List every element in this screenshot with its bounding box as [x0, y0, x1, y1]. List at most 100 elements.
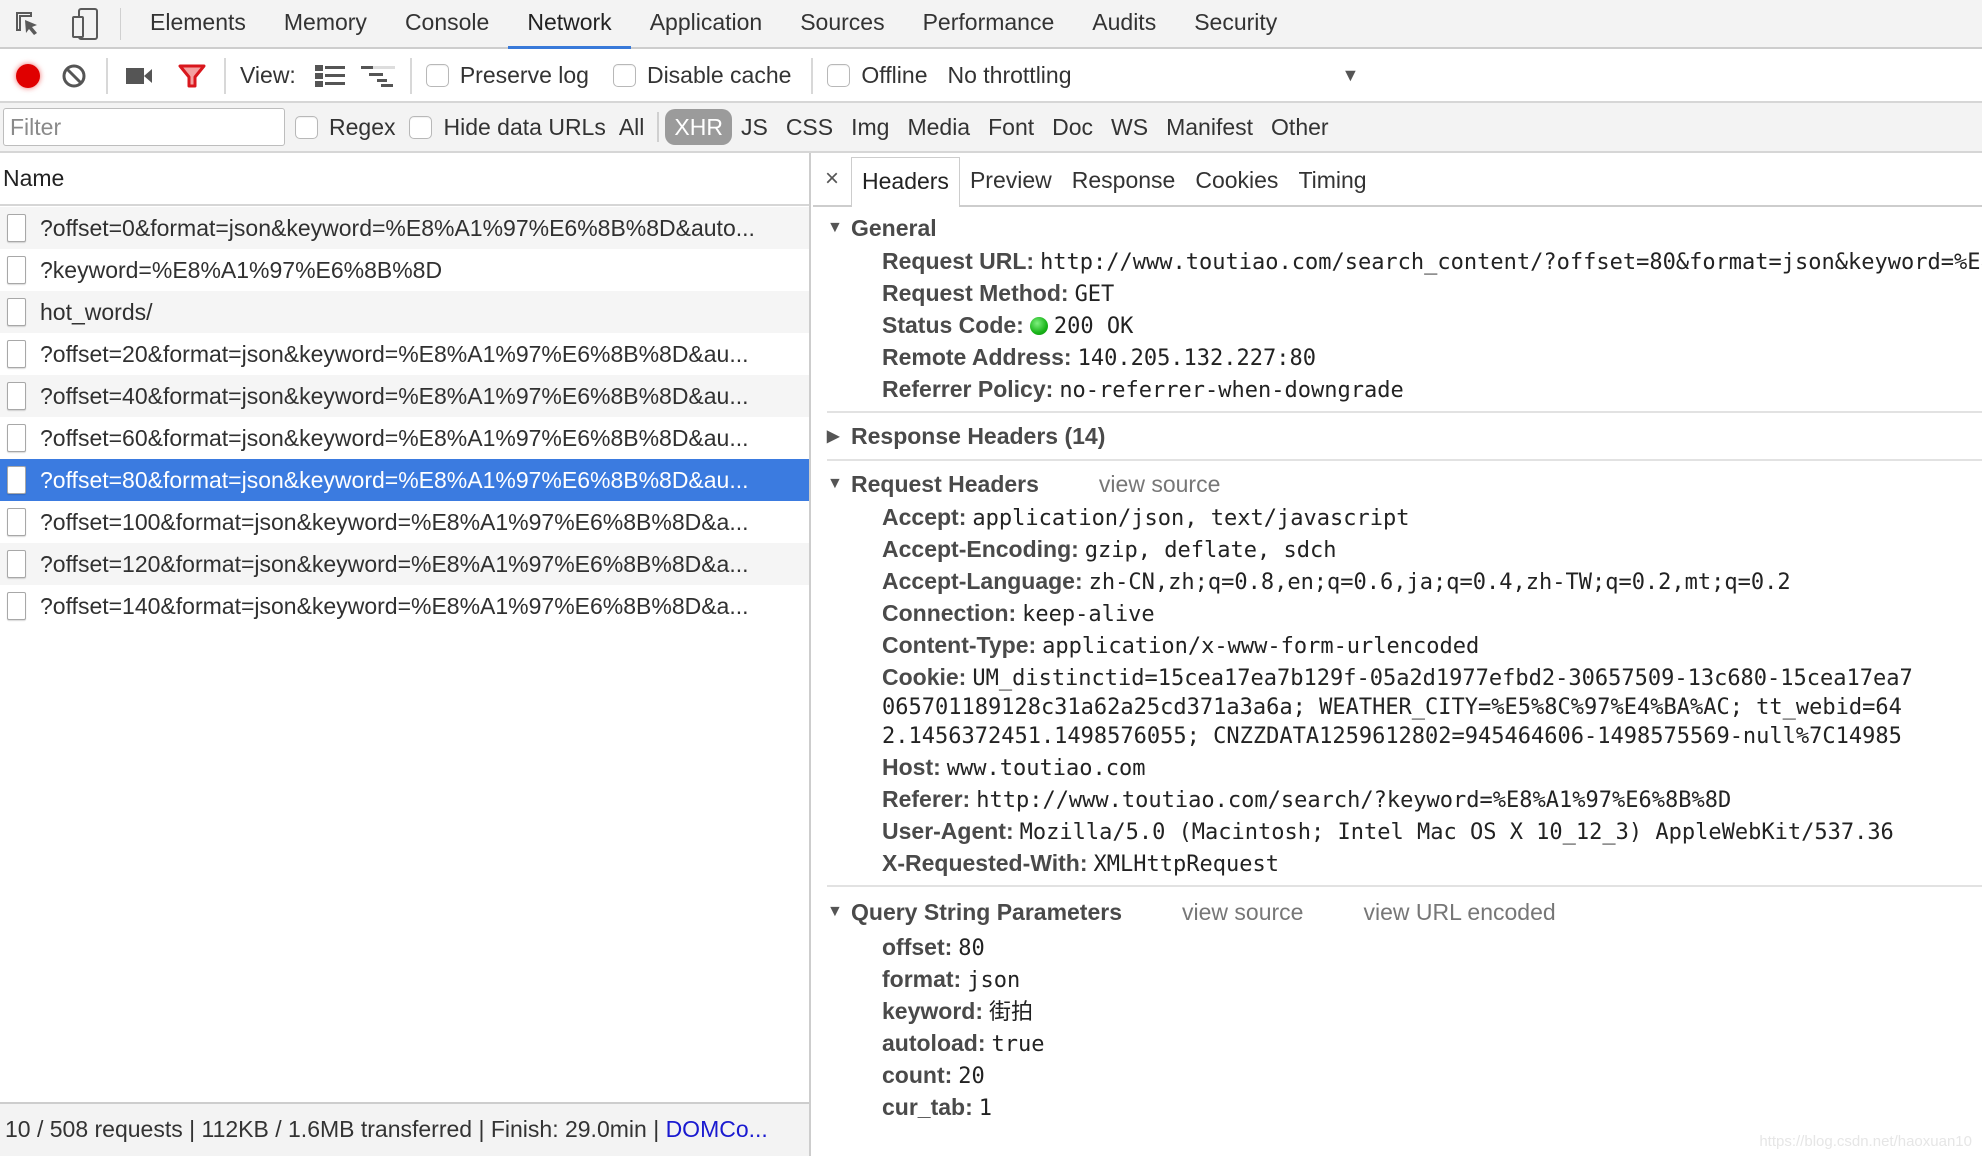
hide-data-urls-checkbox[interactable]	[409, 115, 433, 139]
inspect-element-icon[interactable]	[8, 4, 48, 44]
request-name: ?offset=40&format=json&keyword=%E8%A1%97…	[40, 382, 749, 409]
tab-performance[interactable]: Performance	[904, 0, 1074, 47]
view-url-encoded-link[interactable]: view URL encoded	[1363, 899, 1555, 926]
filter-type-ws[interactable]: WS	[1102, 109, 1157, 145]
record-button[interactable]	[10, 58, 46, 94]
tab-sources[interactable]: Sources	[781, 0, 903, 47]
header-value: UM_distinctid=15cea17ea7b129f-05a2d1977e…	[972, 666, 1913, 691]
filter-toggle-button[interactable]	[174, 58, 210, 94]
filter-type-img[interactable]: Img	[842, 109, 898, 145]
request-row[interactable]: ?offset=60&format=json&keyword=%E8%A1%97…	[0, 417, 809, 459]
disable-cache-checkbox[interactable]	[612, 64, 636, 87]
header-value-continuation: 065701189128c31a62a25cd371a3a6a; WEATHER…	[882, 695, 1902, 720]
capture-screenshots-button[interactable]	[122, 58, 158, 94]
filter-type-all[interactable]: All	[610, 109, 654, 145]
filter-type-media[interactable]: Media	[898, 109, 979, 145]
filter-type-font[interactable]: Font	[979, 109, 1043, 145]
detail-tabs: × Headers Preview Response Cookies Timing	[813, 153, 1982, 207]
header-row: Cookie: UM_distinctid=15cea17ea7b129f-05a…	[827, 661, 1982, 693]
query-params-section-toggle[interactable]: ▼ Query String Parameters view source vi…	[827, 893, 1982, 931]
tab-security[interactable]: Security	[1175, 0, 1296, 47]
device-toolbar-icon[interactable]	[66, 4, 106, 44]
header-key: cur_tab:	[882, 1094, 973, 1120]
request-row[interactable]: ?keyword=%E8%A1%97%E6%8B%8D	[0, 249, 809, 291]
request-row[interactable]: hot_words/	[0, 291, 809, 333]
preserve-log-label: Preserve log	[459, 62, 589, 88]
header-key: offset:	[882, 934, 953, 960]
name-column-header[interactable]: Name	[0, 153, 809, 206]
request-rows: ?offset=0&format=json&keyword=%E8%A1%97%…	[0, 207, 809, 627]
toolbar-divider	[811, 57, 814, 94]
header-value: zh-CN,zh;q=0.8,en;q=0.6,ja;q=0.4,zh-TW;q…	[1088, 570, 1791, 595]
request-headers-section-toggle[interactable]: ▼ Request Headers view source	[827, 467, 1982, 501]
clear-button[interactable]	[56, 58, 92, 94]
header-row: autoload: true	[827, 1027, 1982, 1059]
header-value: application/json, text/javascript	[972, 506, 1410, 531]
offline-checkbox[interactable]	[827, 64, 851, 87]
file-icon	[7, 424, 26, 452]
general-section-title: General	[851, 214, 937, 241]
request-row[interactable]: ?offset=100&format=json&keyword=%E8%A1%9…	[0, 501, 809, 543]
preserve-log-checkbox[interactable]	[425, 64, 449, 87]
header-key: X-Requested-With:	[882, 850, 1088, 876]
section-divider	[827, 411, 1982, 413]
regex-checkbox[interactable]	[295, 115, 318, 139]
throttling-select[interactable]: No throttling ▼	[947, 62, 1359, 89]
waterfall-view-icon	[360, 65, 395, 87]
response-headers-title: Response Headers (14)	[851, 422, 1106, 449]
request-headers-view-source-link[interactable]: view source	[1099, 471, 1220, 498]
detail-tab-cookies[interactable]: Cookies	[1185, 157, 1288, 205]
header-value: 200 OK	[1053, 314, 1134, 339]
overview-view-button[interactable]	[360, 58, 396, 94]
hide-data-urls-label: Hide data URLs	[443, 113, 606, 140]
response-headers-section-toggle[interactable]: ▶ Response Headers (14)	[827, 419, 1982, 453]
close-details-button[interactable]: ×	[813, 153, 851, 205]
request-row[interactable]: ?offset=20&format=json&keyword=%E8%A1%97…	[0, 333, 809, 375]
file-icon	[7, 382, 26, 410]
detail-tab-preview[interactable]: Preview	[960, 157, 1062, 205]
expanded-triangle-icon: ▼	[827, 219, 843, 236]
header-row: Accept: application/json, text/javascript	[827, 501, 1982, 533]
tab-network[interactable]: Network	[508, 0, 632, 49]
file-icon	[7, 592, 26, 620]
query-params-view-source-link[interactable]: view source	[1182, 899, 1303, 926]
header-row: Referrer Policy: no-referrer-when-downgra…	[827, 373, 1982, 405]
file-icon	[7, 550, 26, 578]
request-row[interactable]: ?offset=80&format=json&keyword=%E8%A1%97…	[0, 459, 809, 501]
filter-input[interactable]	[3, 108, 285, 146]
header-row: Referer: http://www.toutiao.com/search/?k…	[827, 783, 1982, 815]
status-bar: 10 / 508 requests | 112KB / 1.6MB transf…	[0, 1102, 809, 1156]
large-rows-view-button[interactable]	[312, 58, 348, 94]
tab-elements[interactable]: Elements	[131, 0, 265, 47]
filter-type-other[interactable]: Other	[1262, 109, 1338, 145]
request-row[interactable]: ?offset=0&format=json&keyword=%E8%A1%97%…	[0, 207, 809, 249]
request-row[interactable]: ?offset=40&format=json&keyword=%E8%A1%97…	[0, 375, 809, 417]
request-list-pane: Name ?offset=0&format=json&keyword=%E8%A…	[0, 153, 811, 1156]
header-key: Accept:	[882, 504, 967, 530]
request-row[interactable]: ?offset=140&format=json&keyword=%E8%A1%9…	[0, 585, 809, 627]
filter-type-js[interactable]: JS	[732, 109, 777, 145]
filter-type-manifest[interactable]: Manifest	[1157, 109, 1262, 145]
header-value: 80	[958, 936, 985, 961]
request-row[interactable]: ?offset=120&format=json&keyword=%E8%A1%9…	[0, 543, 809, 585]
request-name: ?offset=0&format=json&keyword=%E8%A1%97%…	[40, 214, 755, 241]
tab-audits[interactable]: Audits	[1073, 0, 1175, 47]
header-row: Request Method: GET	[827, 277, 1982, 309]
tab-memory[interactable]: Memory	[265, 0, 386, 47]
toolbar-divider	[106, 57, 108, 94]
detail-tab-response[interactable]: Response	[1062, 157, 1186, 205]
detail-tab-headers[interactable]: Headers	[851, 157, 960, 207]
detail-tab-timing[interactable]: Timing	[1288, 157, 1376, 205]
general-section-toggle[interactable]: ▼ General	[827, 211, 1982, 245]
header-value: true	[991, 1032, 1045, 1057]
file-icon	[7, 214, 26, 242]
tab-application[interactable]: Application	[631, 0, 782, 47]
header-value: http://www.toutiao.com/search/?keyword=%…	[976, 788, 1732, 813]
request-name: hot_words/	[40, 298, 153, 325]
filter-type-doc[interactable]: Doc	[1043, 109, 1102, 145]
tab-console[interactable]: Console	[386, 0, 508, 47]
filter-type-css[interactable]: CSS	[777, 109, 842, 145]
filter-type-xhr[interactable]: XHR	[665, 109, 732, 145]
dom-content-loaded-link[interactable]: DOMCo...	[666, 1116, 768, 1142]
header-key: Accept-Language:	[882, 568, 1083, 594]
